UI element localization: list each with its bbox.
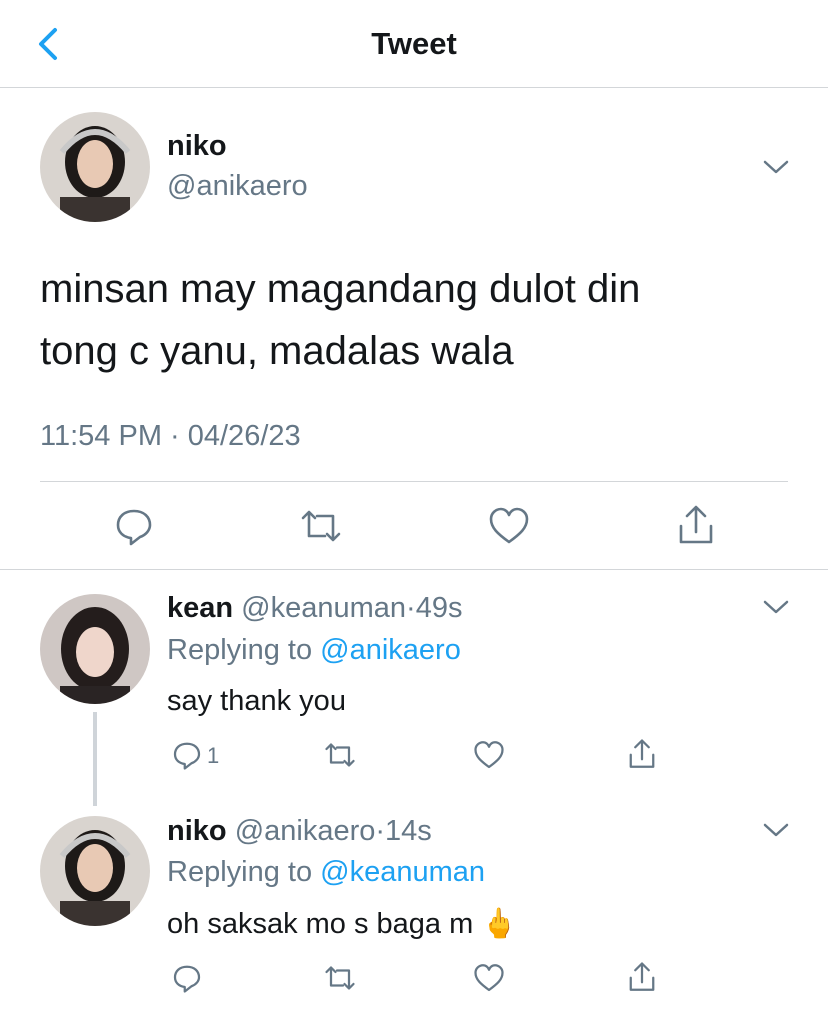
page-title: Tweet	[371, 26, 457, 61]
reply-text: say thank you	[167, 685, 346, 717]
chevron-down-icon[interactable]	[762, 821, 790, 839]
tweet-text-line: tong c yanu, madalas wala	[40, 329, 514, 373]
chevron-down-icon[interactable]	[762, 598, 790, 616]
reply-author-name[interactable]: kean	[167, 592, 233, 624]
avatar[interactable]	[40, 816, 150, 926]
like-icon[interactable]	[473, 963, 505, 993]
timestamp[interactable]: 11:54 PM · 04/26/23	[40, 420, 301, 453]
avatar[interactable]	[40, 112, 150, 222]
reply-author-name[interactable]: niko	[167, 815, 227, 847]
retweet-icon[interactable]	[322, 963, 358, 993]
replying-to: Replying to @anikaero	[167, 634, 461, 667]
reply-time: ·49s	[406, 592, 463, 624]
replying-to: Replying to @keanuman	[167, 856, 485, 889]
author-handle[interactable]: @anikaero	[167, 170, 308, 203]
reply-text: oh saksak mo s baga m 🖕	[167, 907, 517, 941]
divider	[0, 569, 828, 570]
reply-icon[interactable]	[172, 740, 202, 770]
reply-text-body: oh saksak mo s baga m	[167, 908, 474, 940]
reply-author-handle[interactable]: @keanuman	[241, 592, 406, 624]
reply-header: niko @anikaero·14s	[167, 815, 432, 848]
replying-to-link[interactable]: @anikaero	[320, 634, 461, 666]
like-icon[interactable]	[488, 506, 530, 546]
reply-icon[interactable]	[114, 506, 154, 546]
reply-author-handle[interactable]: @anikaero	[235, 815, 376, 847]
replying-label: Replying to	[167, 634, 313, 666]
avatar[interactable]	[40, 594, 150, 704]
reply-icon[interactable]	[172, 963, 202, 993]
replying-label: Replying to	[167, 856, 313, 888]
share-icon[interactable]	[676, 504, 716, 546]
chevron-down-icon[interactable]	[762, 158, 790, 176]
like-icon[interactable]	[473, 740, 505, 770]
reply-header: kean @keanuman·49s	[167, 592, 462, 625]
share-icon[interactable]	[627, 738, 657, 770]
retweet-icon[interactable]	[322, 740, 358, 770]
reply-count: 1	[207, 743, 220, 768]
replying-to-link[interactable]: @keanuman	[320, 856, 485, 888]
author-name[interactable]: niko	[167, 130, 227, 163]
tweet-text: minsan may magandang dulot din tong c ya…	[40, 258, 800, 382]
retweet-icon[interactable]	[297, 506, 345, 546]
thread-connector	[93, 712, 97, 806]
divider	[40, 481, 788, 482]
share-icon[interactable]	[627, 961, 657, 993]
middle-finger-emoji: 🖕	[481, 908, 518, 940]
top-bar: Tweet	[0, 0, 828, 88]
tweet-text-line: minsan may magandang dulot din	[40, 267, 641, 311]
reply-time: ·14s	[375, 815, 432, 847]
